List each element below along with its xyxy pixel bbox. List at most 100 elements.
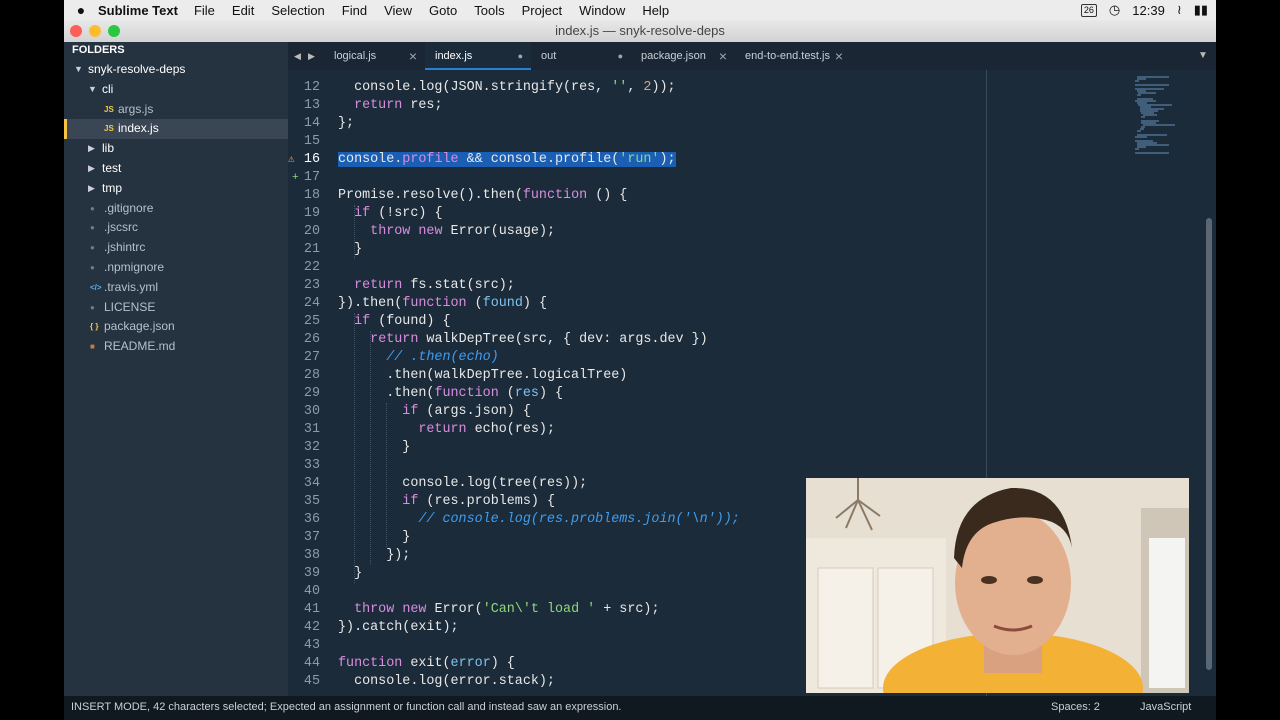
code-line[interactable]: 15 [288, 133, 988, 151]
tab-bar: ◀ ▶ logical.js × index.js ● out ● package.json… [288, 42, 1216, 70]
minimap-line [1135, 148, 1139, 150]
file-item[interactable]: ● .gitignore [64, 199, 288, 219]
code-file-icon: </> [90, 282, 102, 292]
menu-tools[interactable]: Tools [474, 3, 504, 18]
disclosure-open-icon[interactable]: ▼ [88, 80, 97, 100]
folder-item[interactable]: ▼ snyk-resolve-deps [64, 60, 288, 80]
disclosure-closed-icon[interactable]: ▶ [88, 179, 95, 199]
tab-scroll-right-icon[interactable]: ▶ [308, 42, 315, 70]
code-line[interactable]: 19 if (!src) { [288, 205, 988, 223]
code-line[interactable]: 21 } [288, 241, 988, 259]
menu-find[interactable]: Find [342, 3, 367, 18]
menu-bar: ● Sublime Text File Edit Selection Find … [64, 0, 1216, 20]
minimap-line [1137, 94, 1141, 96]
code-line[interactable]: 14}; [288, 115, 988, 133]
syntax-selector[interactable]: JavaScript [1140, 696, 1191, 718]
code-line[interactable]: 16 ⚠ console.profile && console.profile('r… [288, 151, 988, 169]
code-line[interactable]: 12 console.log(JSON.stringify(res, '', 2… [288, 79, 988, 97]
line-number: 19 [303, 206, 320, 221]
menu-selection[interactable]: Selection [271, 3, 324, 18]
code-text: console.log(tree(res)); [338, 476, 588, 491]
lint-warning-icon[interactable]: ⚠ [288, 151, 295, 169]
menu-project[interactable]: Project [522, 3, 562, 18]
folder-item[interactable]: ▶ test [64, 159, 288, 179]
menu-window[interactable]: Window [579, 3, 625, 18]
folder-item[interactable]: ▶ lib [64, 139, 288, 159]
code-line[interactable]: 33 [288, 457, 988, 475]
wifi-icon[interactable]: ≀ [1177, 2, 1182, 18]
code-line[interactable]: 25 if (found) { [288, 313, 988, 331]
tree-item-label: .jshintrc [104, 240, 146, 255]
code-line[interactable]: 27 // .then(echo) [288, 349, 988, 367]
menu-file[interactable]: File [194, 3, 215, 18]
tab-label: logical.js [334, 50, 377, 62]
tab-end-to-end-test-js[interactable]: end-to-end.test.js × [735, 42, 851, 70]
clock-time[interactable]: 12:39 [1132, 3, 1165, 18]
file-item[interactable]: ● .jscsrc [64, 218, 288, 238]
code-line[interactable]: 28 .then(walkDepTree.logicalTree) [288, 367, 988, 385]
file-item[interactable]: JS args.js [64, 100, 288, 120]
code-line[interactable]: 24}).then(function (found) { [288, 295, 988, 313]
code-line[interactable]: 17 + [288, 169, 988, 187]
status-message: INSERT MODE, 42 characters selected; Exp… [71, 701, 622, 713]
battery-icon[interactable]: ▮▮ [1194, 2, 1208, 18]
file-item[interactable]: ● .jshintrc [64, 238, 288, 258]
line-number: 24 [303, 296, 320, 311]
tab-index-js[interactable]: index.js ● [425, 42, 531, 70]
file-item[interactable]: { } package.json [64, 317, 288, 337]
unsaved-dot-icon[interactable]: ● [518, 42, 523, 70]
code-line[interactable]: 20 throw new Error(usage); [288, 223, 988, 241]
tab-list-dropdown-icon[interactable]: ▼ [1198, 42, 1208, 70]
code-line[interactable]: 22 [288, 259, 988, 277]
apple-icon[interactable]: ● [64, 2, 98, 18]
file-item[interactable]: ■ README.md [64, 337, 288, 357]
editor-scrollbar[interactable] [1206, 218, 1212, 670]
clock-icon[interactable]: ◷ [1109, 2, 1120, 18]
file-item[interactable]: ● .npmignore [64, 258, 288, 278]
file-item[interactable]: ● LICENSE [64, 298, 288, 318]
tree-item-label: tmp [102, 180, 123, 195]
tree-item-label: snyk-resolve-deps [88, 62, 186, 76]
code-line[interactable]: 30 if (args.json) { [288, 403, 988, 421]
code-line[interactable]: 23 return fs.stat(src); [288, 277, 988, 295]
file-item[interactable]: JS index.js [64, 119, 288, 140]
code-line[interactable]: 29 .then(function (res) { [288, 385, 988, 403]
tree-item-label: LICENSE [104, 299, 156, 314]
line-number: 36 [303, 512, 320, 527]
menu-edit[interactable]: Edit [232, 3, 254, 18]
menu-help[interactable]: Help [642, 3, 669, 18]
code-line[interactable]: 18 Promise.resolve().then(function () { [288, 187, 988, 205]
app-name-menu[interactable]: Sublime Text [98, 3, 178, 18]
code-text: if (!src) { [354, 206, 443, 221]
code-line[interactable]: 32 } [288, 439, 988, 457]
left-letterbox [0, 0, 64, 720]
line-number: 26 [303, 332, 320, 347]
git-added-icon[interactable]: + [292, 169, 299, 187]
code-line[interactable]: 31 return echo(res); [288, 421, 988, 439]
folder-item[interactable]: ▶ tmp [64, 179, 288, 199]
disclosure-closed-icon[interactable]: ▶ [88, 159, 95, 179]
disclosure-closed-icon[interactable]: ▶ [88, 139, 95, 159]
code-text: throw new Error(usage); [370, 224, 556, 239]
calendar-icon[interactable]: 26 [1080, 3, 1097, 17]
tab-logical-js[interactable]: logical.js × [324, 42, 425, 70]
line-number: 21 [303, 242, 320, 257]
unsaved-dot-icon[interactable]: ● [618, 42, 623, 70]
tab-out[interactable]: out ● [531, 42, 631, 70]
folder-item[interactable]: ▼ cli [64, 80, 288, 100]
menu-goto[interactable]: Goto [429, 3, 457, 18]
indentation-setting[interactable]: Spaces: 2 [1051, 696, 1100, 718]
tab-package-json[interactable]: package.json × [631, 42, 735, 70]
file-item[interactable]: </> .travis.yml [64, 278, 288, 298]
close-tab-icon[interactable]: × [719, 42, 727, 70]
disclosure-open-icon[interactable]: ▼ [74, 60, 83, 80]
minimap[interactable] [1135, 76, 1203, 160]
close-tab-icon[interactable]: × [835, 42, 843, 70]
tab-scroll-left-icon[interactable]: ◀ [294, 42, 301, 70]
line-number: 43 [303, 638, 320, 653]
menu-view[interactable]: View [384, 3, 412, 18]
code-text: return fs.stat(src); [354, 278, 515, 293]
close-tab-icon[interactable]: × [409, 42, 417, 70]
code-line[interactable]: 13 return res; [288, 97, 988, 115]
code-line[interactable]: 26 return walkDepTree(src, { dev: args.d… [288, 331, 988, 349]
